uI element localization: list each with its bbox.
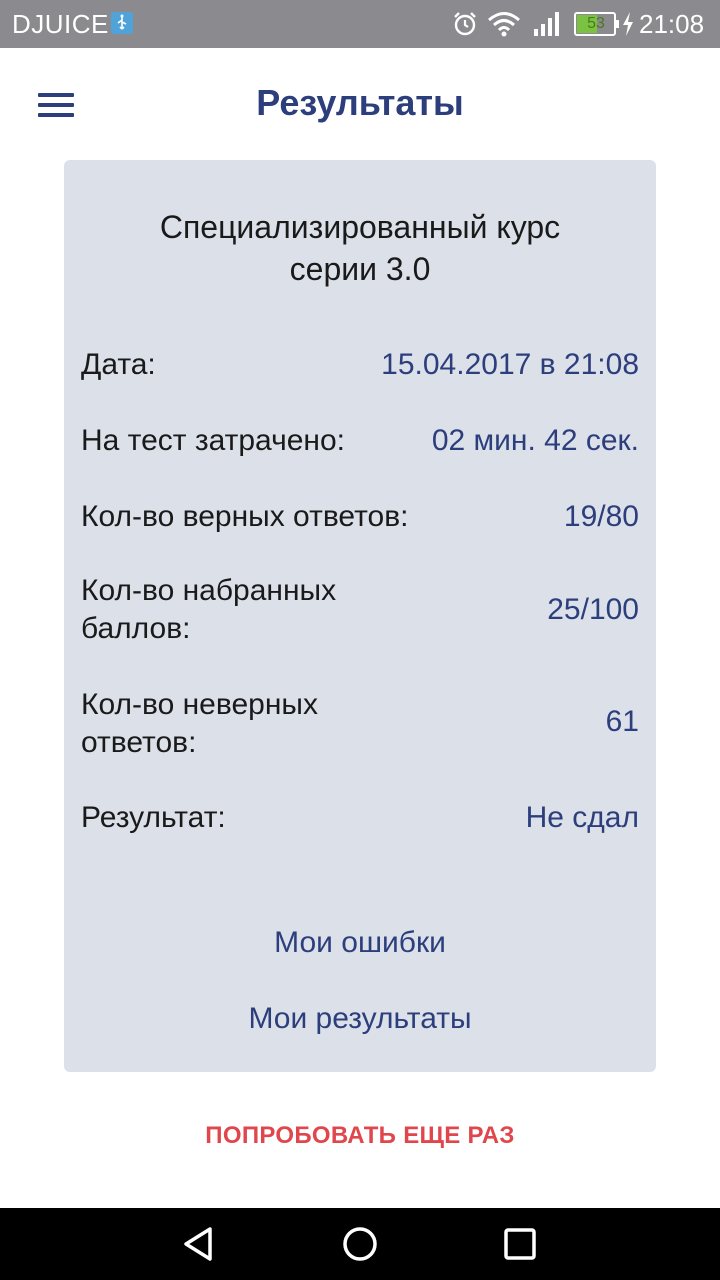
back-triangle-icon[interactable]: [180, 1224, 220, 1264]
results-card: Специализированный курс серии 3.0 Дата: …: [64, 160, 656, 1072]
time-spent-value: 02 мин. 42 сек.: [431, 424, 639, 457]
result-label: Результат:: [81, 801, 226, 834]
carrier-name: DJUICE: [12, 9, 109, 39]
points-label-line-1: Кол-во набранных: [81, 574, 337, 607]
clock: 21:08: [639, 9, 705, 39]
my-results-link[interactable]: Мои результаты: [64, 1002, 656, 1036]
points-label: Кол-во набранных баллов:: [81, 572, 336, 648]
page-title: Результаты: [256, 82, 464, 123]
home-circle-icon[interactable]: [340, 1224, 380, 1264]
points-label-line-2: баллов:: [81, 612, 191, 645]
wrong-answers-label-line-1: Кол-во неверных: [81, 688, 318, 721]
wifi-icon: [488, 12, 520, 37]
wrong-answers-value: 61: [605, 705, 639, 738]
wrong-answers-label-line-2: ответов:: [81, 726, 197, 759]
usb-icon: [111, 12, 133, 34]
wrong-answers-label: Кол-во неверных ответов:: [81, 686, 318, 762]
navigation-bar: [0, 1208, 720, 1280]
signal-icon: [534, 12, 559, 36]
date-value: 15.04.2017 в 21:08: [381, 348, 639, 381]
battery-level: 53: [587, 15, 605, 32]
course-title: Специализированный курс серии 3.0: [64, 206, 656, 290]
correct-answers-label: Кол-во верных ответов:: [81, 500, 409, 533]
my-errors-link[interactable]: Мои ошибки: [64, 926, 656, 960]
course-title-line-2: серии 3.0: [289, 251, 431, 287]
retry-button[interactable]: ПОПРОБОВАТЬ ЕЩЕ РАЗ: [0, 1122, 720, 1150]
date-label: Дата:: [81, 348, 156, 381]
course-title-line-1: Специализированный курс: [159, 209, 561, 245]
recents-square-icon[interactable]: [500, 1224, 540, 1264]
time-spent-label: На тест затрачено:: [81, 424, 345, 457]
alarm-icon: [454, 12, 476, 36]
correct-answers-value: 19/80: [563, 500, 639, 533]
points-value: 25/100: [547, 593, 639, 626]
charging-icon: [623, 12, 633, 36]
result-value: Не сдал: [525, 801, 639, 834]
status-bar: DJUICE 53 21:08: [0, 0, 720, 48]
app-header: Результаты: [0, 48, 720, 160]
